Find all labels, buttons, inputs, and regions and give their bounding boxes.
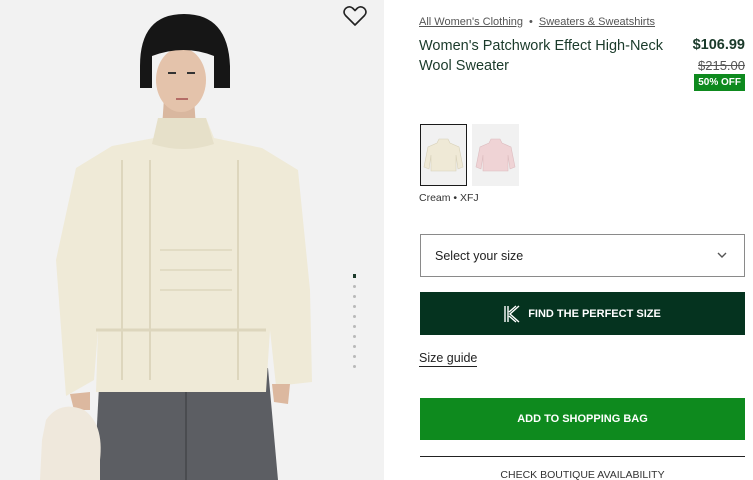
product-title: Women's Patchwork Effect High-Neck Wool … xyxy=(419,38,663,74)
gallery-dot[interactable] xyxy=(353,365,356,368)
gallery-dot[interactable] xyxy=(353,335,356,338)
gallery-dot-active[interactable] xyxy=(353,274,356,278)
gallery-dot[interactable] xyxy=(353,315,356,318)
breadcrumb-link-sweaters[interactable]: Sweaters & Sweatshirts xyxy=(539,16,655,28)
size-dropdown[interactable]: Select your size xyxy=(420,234,745,277)
size-dropdown-placeholder: Select your size xyxy=(435,248,524,263)
breadcrumb-link-womens-clothing[interactable]: All Women's Clothing xyxy=(419,16,523,28)
gallery-dot[interactable] xyxy=(353,305,356,308)
cream-sweater-thumbnail xyxy=(423,138,464,172)
size-guide-link[interactable]: Size guide xyxy=(419,351,478,367)
find-perfect-size-button[interactable]: FIND THE PERFECT SIZE xyxy=(420,292,745,335)
add-to-bag-button[interactable]: ADD TO SHOPPING BAG xyxy=(420,398,745,440)
gallery-dot[interactable] xyxy=(353,295,356,298)
original-price: $215.00 xyxy=(698,58,745,73)
k-logo-icon xyxy=(504,304,520,323)
gallery-dot[interactable] xyxy=(353,325,356,328)
current-price: $106.99 xyxy=(692,37,745,53)
wishlist-heart-icon[interactable] xyxy=(342,5,368,27)
color-swatches xyxy=(420,124,519,186)
product-gallery[interactable] xyxy=(0,0,384,480)
gallery-pagination xyxy=(352,274,357,375)
gallery-dot[interactable] xyxy=(353,355,356,358)
breadcrumb: All Women's Clothing • Sweaters & Sweatshi… xyxy=(419,16,655,28)
product-info-panel: All Women's Clothing • Sweaters & Sweatshi… xyxy=(419,0,749,480)
gallery-dot[interactable] xyxy=(353,345,356,348)
swatch-cream[interactable] xyxy=(420,124,467,186)
gallery-dot[interactable] xyxy=(353,285,356,288)
add-to-bag-label: ADD TO SHOPPING BAG xyxy=(517,413,648,425)
pink-sweater-thumbnail xyxy=(475,138,516,172)
find-perfect-size-label: FIND THE PERFECT SIZE xyxy=(528,307,661,320)
swatch-pink[interactable] xyxy=(472,124,519,186)
divider xyxy=(420,456,745,457)
selected-color-label: Cream • XFJ xyxy=(419,192,479,204)
breadcrumb-separator: • xyxy=(529,16,533,28)
check-boutique-availability-link[interactable]: CHECK BOUTIQUE AVAILABILITY xyxy=(420,469,745,480)
discount-badge: 50% OFF xyxy=(694,74,745,91)
product-image xyxy=(0,0,384,480)
chevron-down-icon xyxy=(717,252,727,258)
